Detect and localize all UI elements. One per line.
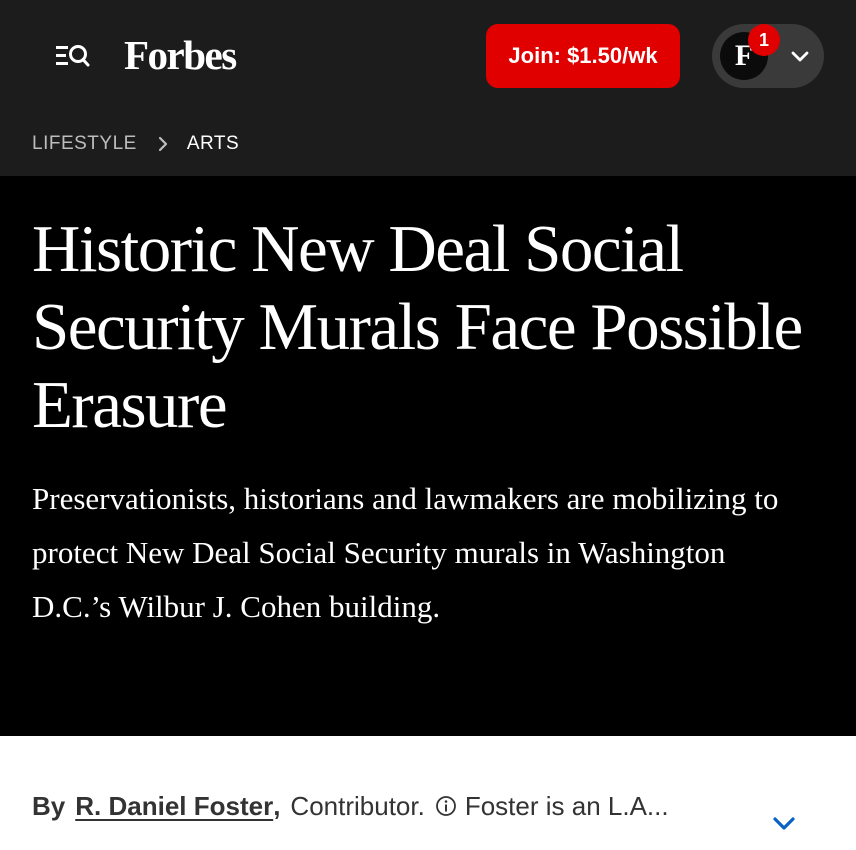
article-headline: Historic New Deal Social Security Murals… xyxy=(32,212,803,442)
byline: By R. Daniel Foster , Contributor. Foste… xyxy=(32,786,669,826)
forbes-logo[interactable]: Forbes xyxy=(124,30,237,80)
account-menu-button[interactable]: F 1 xyxy=(712,24,824,88)
author-link[interactable]: R. Daniel Foster xyxy=(75,791,273,822)
chevron-right-icon xyxy=(158,136,167,152)
article-hero: Historic New Deal Social Security Murals… xyxy=(0,176,856,736)
author-bio: Foster is an L.A... xyxy=(464,790,669,821)
menu-search-button[interactable] xyxy=(52,38,92,74)
join-subscribe-button[interactable]: Join: $1.50/wk xyxy=(486,24,680,88)
info-icon[interactable] xyxy=(435,795,457,817)
notification-badge: 1 xyxy=(748,24,780,56)
chevron-down-icon xyxy=(773,817,795,830)
article-dek: Preservationists, historians and lawmake… xyxy=(32,481,779,624)
breadcrumb: LIFESTYLE ARTS xyxy=(32,128,239,160)
menu-search-icon xyxy=(56,45,90,67)
expand-bio-button[interactable] xyxy=(770,810,798,838)
byline-by-label: By xyxy=(32,790,66,821)
author-role: Contributor. xyxy=(290,790,425,821)
breadcrumb-item-arts[interactable]: ARTS xyxy=(187,133,239,155)
chevron-down-icon xyxy=(791,51,809,62)
byline-comma: , xyxy=(273,790,281,821)
top-bar: Forbes Join: $1.50/wk F 1 LIFESTYLE ARTS xyxy=(0,0,856,176)
breadcrumb-item-lifestyle[interactable]: LIFESTYLE xyxy=(32,133,137,155)
